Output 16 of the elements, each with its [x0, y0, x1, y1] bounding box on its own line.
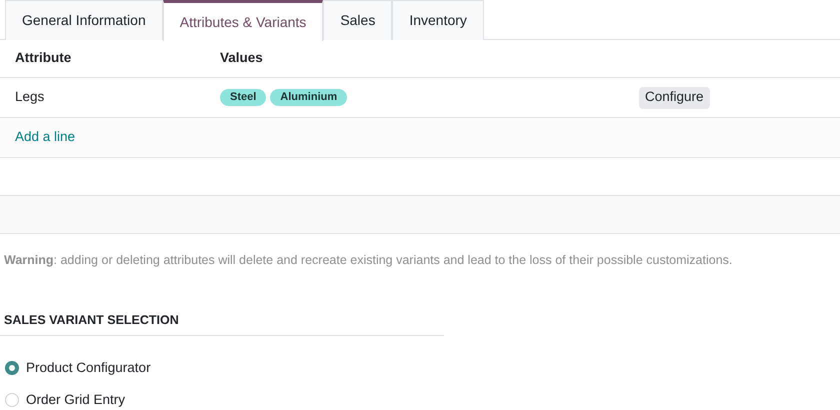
radio-label: Order Grid Entry	[26, 391, 126, 409]
tab[interactable]: Inventory	[392, 0, 484, 40]
radio-button[interactable]	[5, 360, 19, 375]
tab[interactable]: Attributes & Variants	[162, 0, 324, 41]
add-line-link[interactable]: Add a line	[15, 127, 76, 148]
tab[interactable]: Sales	[323, 0, 392, 40]
value-tag: Steel	[220, 89, 266, 106]
column-header: Values	[220, 49, 263, 68]
tab[interactable]: General Information	[5, 0, 163, 40]
value-tag: Aluminium	[270, 89, 348, 106]
radio-label: Product Configurator	[26, 358, 151, 377]
column-header: Attribute	[15, 49, 72, 68]
warning-text: Warning: adding or deleting attributes will delete and recreate existing variants and lead to the loss of their possible customizations.	[3, 252, 734, 269]
configure-button[interactable]: Configure	[639, 86, 710, 108]
table-cell-text: Legs	[15, 88, 46, 106]
section-heading: SALES VARIANT SELECTION	[4, 312, 179, 327]
